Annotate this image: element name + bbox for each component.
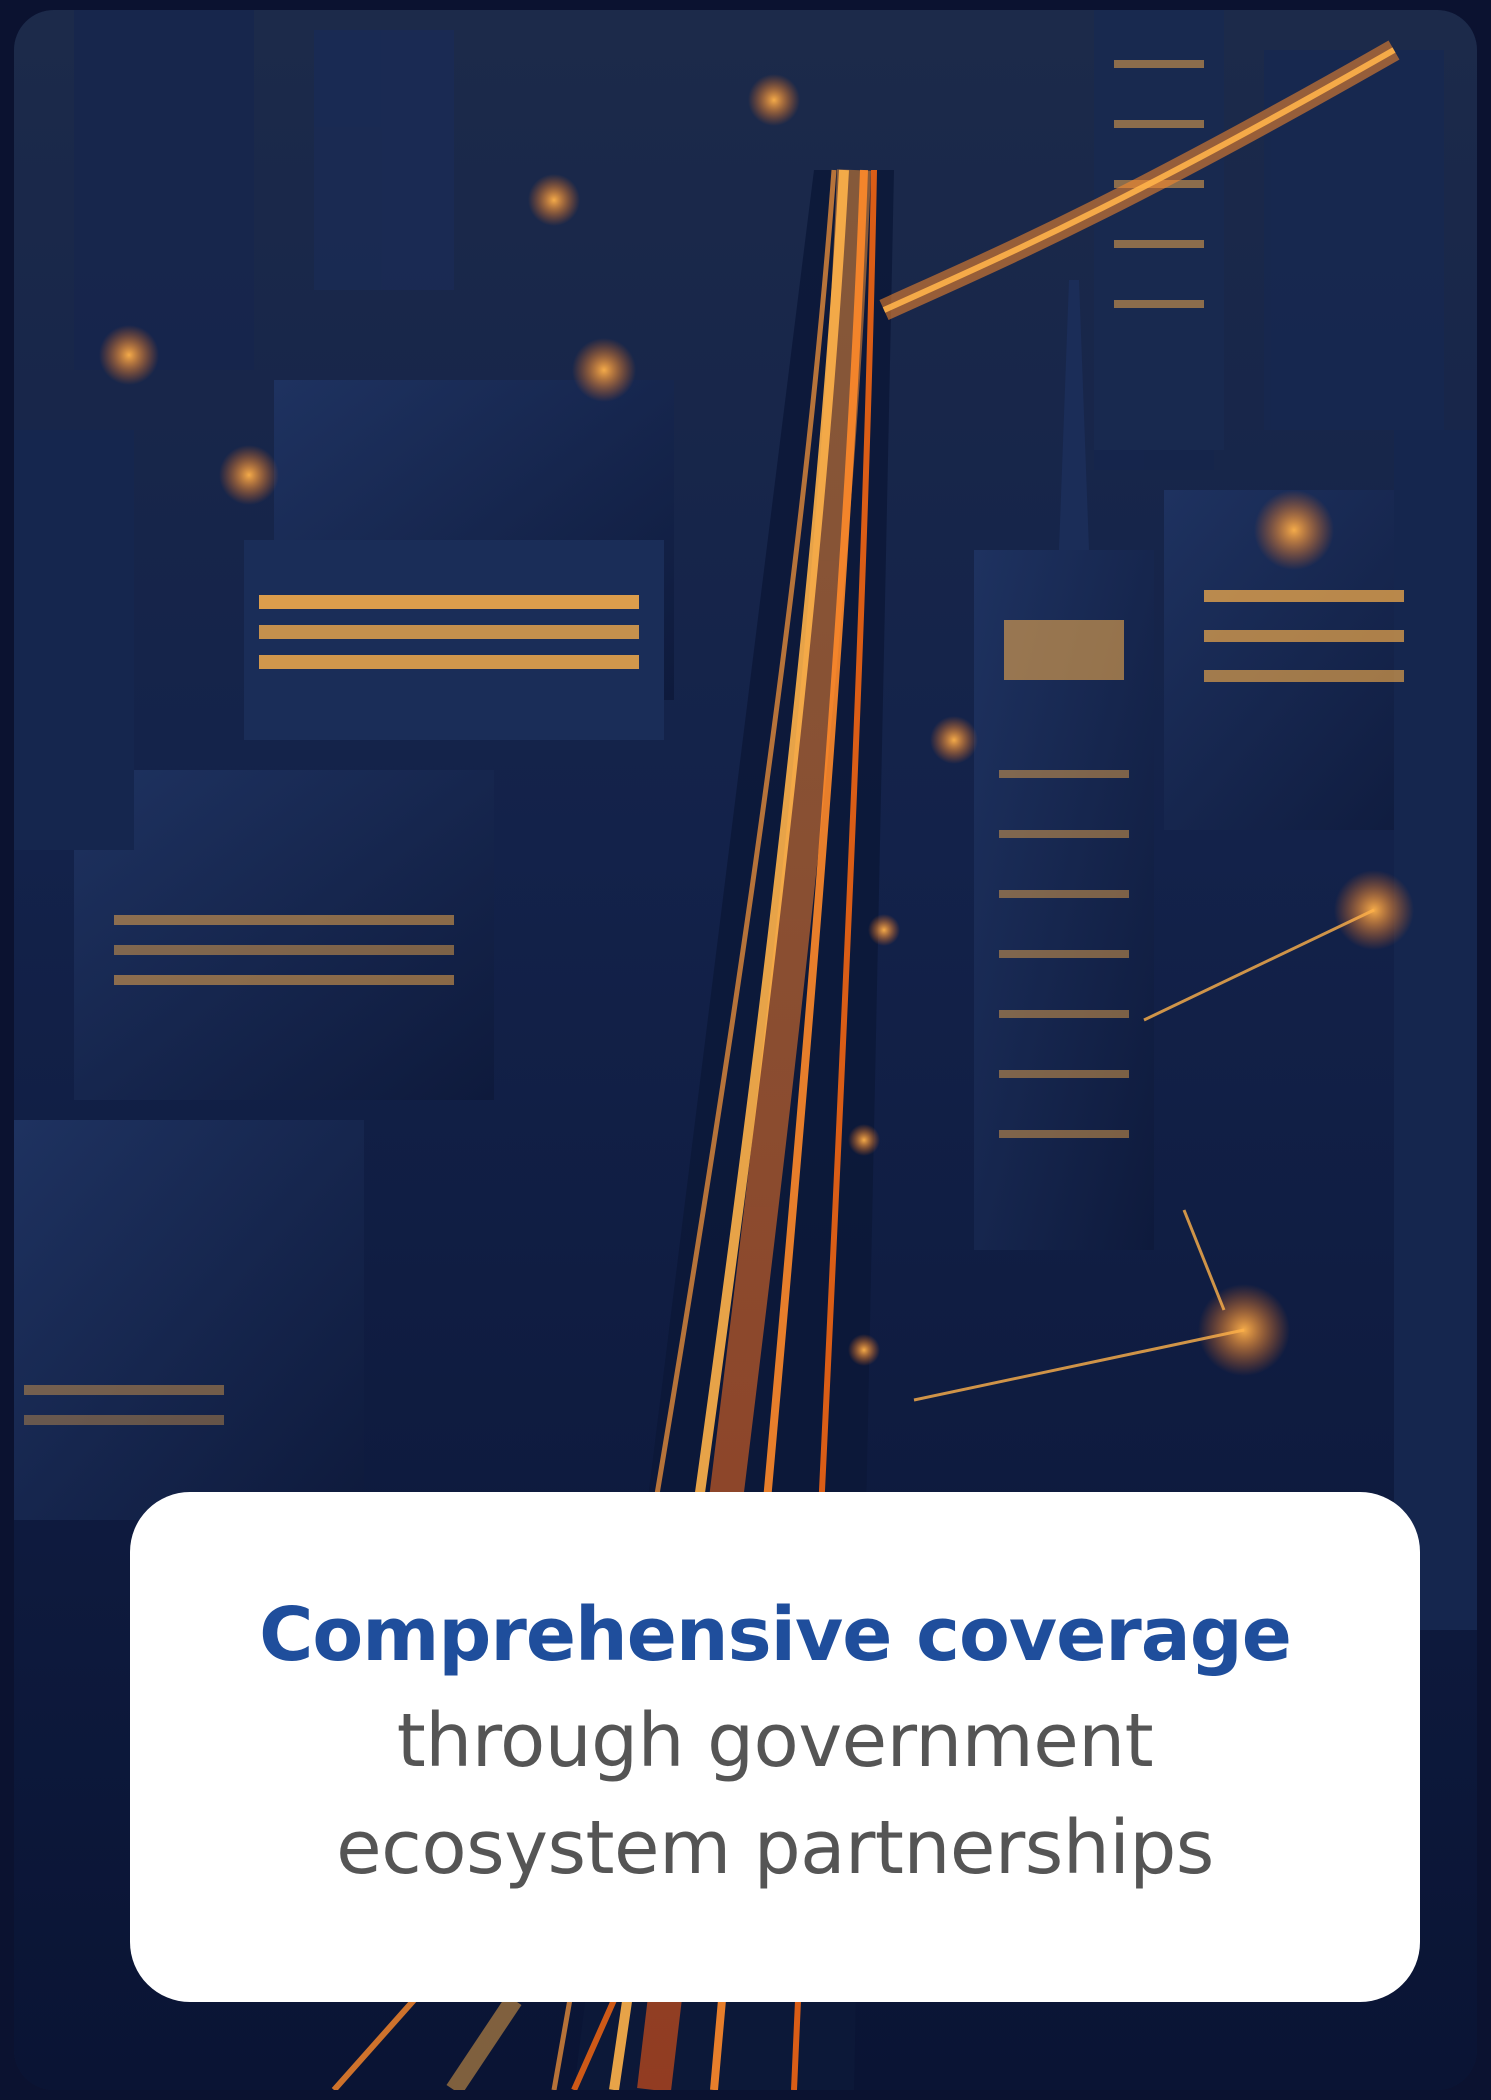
- photo-frame: Comprehensive coverage through governmen…: [14, 10, 1477, 2090]
- caption-card: Comprehensive coverage through governmen…: [130, 1492, 1420, 2002]
- caption-subline-2: ecosystem partnerships: [336, 1805, 1214, 1892]
- caption-headline: Comprehensive coverage: [259, 1592, 1292, 1679]
- page: Comprehensive coverage through governmen…: [0, 0, 1491, 2100]
- caption-subline-1: through government: [396, 1698, 1154, 1785]
